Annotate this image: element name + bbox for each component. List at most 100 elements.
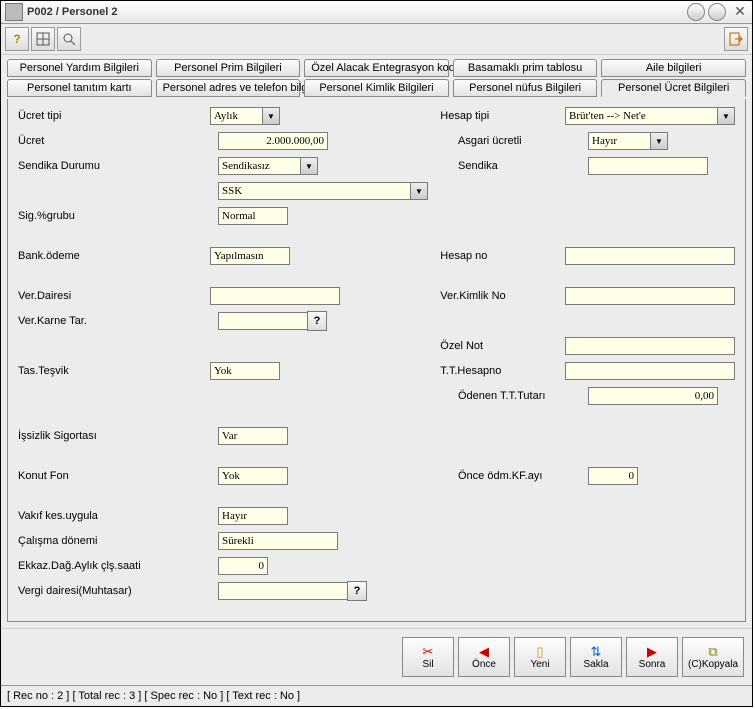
chevron-down-icon: ▼ [410, 183, 427, 199]
label-hesap-no: Hesap no [440, 250, 565, 262]
next-icon: ▶ [647, 645, 657, 658]
label-hesap-tipi: Hesap tipi [440, 110, 565, 122]
tab-ucret[interactable]: Personel Ücret Bilgileri [601, 79, 746, 97]
input-ozel-not[interactable] [565, 337, 735, 355]
prev-icon: ◀ [479, 645, 489, 658]
value-sig-grubu[interactable]: Normal [218, 207, 288, 225]
label-sendika: Sendika [458, 160, 588, 172]
combo-asgari-value: Hayır [589, 135, 650, 147]
label-ver-kimlik: Ver.Kimlik No [440, 290, 565, 302]
lookup-vergi-muhtasar[interactable]: ? [347, 581, 367, 601]
tab-tanitim[interactable]: Personel tanıtım kartı [7, 79, 152, 97]
combo-sendika-durumu[interactable]: Sendikasız▼ [218, 157, 318, 175]
delete-button[interactable]: ✂Sil [402, 637, 454, 677]
value-konut-fon[interactable]: Yok [218, 467, 288, 485]
tab-adres[interactable]: Personel adres ve telefon bilgileri [156, 79, 301, 97]
maximize-button[interactable] [708, 3, 726, 21]
input-once-odm[interactable] [588, 467, 638, 485]
copy-button[interactable]: ⧉(C)Kopyala [682, 637, 744, 677]
prev-label: Önce [472, 659, 496, 670]
chevron-down-icon: ▼ [717, 108, 734, 124]
prev-button[interactable]: ◀Önce [458, 637, 510, 677]
value-tas-tesvik[interactable]: Yok [210, 362, 280, 380]
label-odenen-tt: Ödenen T.T.Tutarı [458, 390, 588, 402]
save-icon: ⇅ [591, 645, 602, 658]
save-label: Sakla [583, 659, 608, 670]
combo-hesap-tipi-value: Brüt'ten --> Net'e [566, 110, 717, 122]
label-ver-karne: Ver.Karne Tar. [18, 315, 218, 327]
label-tt-hesapno: T.T.Hesapno [440, 365, 565, 377]
exit-icon [729, 32, 743, 46]
status-total: [ Total rec : 3 ] [72, 690, 141, 702]
tab-yardim[interactable]: Personel Yardım Bilgileri [7, 59, 152, 77]
combo-ucret-tipi-value: Aylık [211, 110, 262, 122]
input-ver-dairesi[interactable] [210, 287, 340, 305]
input-ver-kimlik[interactable] [565, 287, 735, 305]
label-ucret-tipi: Ücret tipi [18, 110, 210, 122]
tool-button-right[interactable] [724, 27, 748, 51]
value-calisma[interactable]: Sürekli [218, 532, 338, 550]
tab-basamakli[interactable]: Basamaklı prim tablosu [453, 59, 598, 77]
app-window: P002 / Personel 2 ✕ ? Personel Yardım Bi… [0, 0, 753, 707]
new-icon: ▯ [536, 645, 543, 658]
tab-kimlik[interactable]: Personel Kimlik Bilgileri [304, 79, 449, 97]
label-vergi-muhtasar: Vergi dairesi(Muhtasar) [18, 585, 218, 597]
toolbar: ? [1, 24, 752, 55]
combo-asgari[interactable]: Hayır▼ [588, 132, 668, 150]
combo-hesap-tipi[interactable]: Brüt'ten --> Net'e▼ [565, 107, 735, 125]
help-button[interactable]: ? [5, 27, 29, 51]
copy-icon: ⧉ [708, 645, 717, 658]
close-button[interactable]: ✕ [732, 4, 748, 20]
input-odenen-tt[interactable] [588, 387, 718, 405]
input-hesap-no[interactable] [565, 247, 735, 265]
next-button[interactable]: ▶Sonra [626, 637, 678, 677]
combo-ssk-value: SSK [219, 185, 410, 197]
label-konut-fon: Konut Fon [18, 470, 218, 482]
label-tas-tesvik: Tas.Teşvik [18, 365, 210, 377]
input-ver-karne[interactable] [218, 312, 308, 330]
label-ucret: Ücret [18, 135, 218, 147]
save-button[interactable]: ⇅Sakla [570, 637, 622, 677]
tab-ozel-alacak[interactable]: Özel Alacak Entegrasyon kodları [304, 59, 449, 77]
new-label: Yeni [530, 659, 549, 670]
status-spec: [ Spec rec : No ] [144, 690, 223, 702]
tab-prim[interactable]: Personel Prim Bilgileri [156, 59, 301, 77]
minimize-button[interactable] [687, 3, 705, 21]
next-label: Sonra [639, 659, 666, 670]
input-ucret[interactable] [218, 132, 328, 150]
combo-ssk[interactable]: SSK▼ [218, 182, 428, 200]
tab-row-2: Personel tanıtım kartı Personel adres ve… [7, 79, 746, 97]
label-ozel-not: Özel Not [440, 340, 565, 352]
label-ekkaz: Ekkaz.Dağ.Aylık çlş.saati [18, 560, 218, 572]
value-vakif[interactable]: Hayır [218, 507, 288, 525]
tab-container: Personel Yardım Bilgileri Personel Prim … [1, 55, 752, 99]
lookup-ver-karne[interactable]: ? [307, 311, 327, 331]
label-ver-dairesi: Ver.Dairesi [18, 290, 210, 302]
tool-button-2[interactable] [31, 27, 55, 51]
label-once-odm: Önce ödm.KF.ayı [458, 470, 588, 482]
chevron-down-icon: ▼ [262, 108, 279, 124]
search-icon [62, 32, 76, 46]
copy-label: (C)Kopyala [688, 659, 738, 670]
status-text: [ Text rec : No ] [226, 690, 300, 702]
value-bank-odeme[interactable]: Yapılmasın [210, 247, 290, 265]
input-vergi-muhtasar[interactable] [218, 582, 348, 600]
input-tt-hesapno[interactable] [565, 362, 735, 380]
tab-nufus[interactable]: Personel nüfus Bilgileri [453, 79, 598, 97]
tab-aile[interactable]: Aile bilgileri [601, 59, 746, 77]
tool-button-3[interactable] [57, 27, 81, 51]
status-bar: [ Rec no : 2 ] [ Total rec : 3 ] [ Spec … [1, 685, 752, 706]
input-ekkaz[interactable] [218, 557, 268, 575]
combo-ucret-tipi[interactable]: Aylık▼ [210, 107, 280, 125]
chevron-down-icon: ▼ [300, 158, 317, 174]
input-sendika[interactable] [588, 157, 708, 175]
app-icon [5, 3, 23, 21]
new-button[interactable]: ▯Yeni [514, 637, 566, 677]
grid-icon [36, 32, 50, 46]
tab-row-1: Personel Yardım Bilgileri Personel Prim … [7, 59, 746, 77]
status-rec: [ Rec no : 2 ] [7, 690, 69, 702]
value-issizlik[interactable]: Var [218, 427, 288, 445]
titlebar: P002 / Personel 2 ✕ [1, 1, 752, 24]
label-issizlik: İşsizlik Sigortası [18, 430, 218, 442]
window-title: P002 / Personel 2 [27, 6, 684, 18]
